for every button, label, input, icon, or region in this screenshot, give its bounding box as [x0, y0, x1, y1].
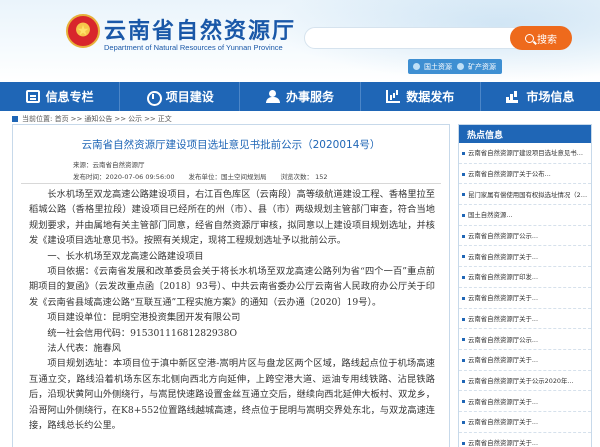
breadcrumb-home[interactable]: 当前位置: 首页 — [22, 114, 69, 124]
nav-data[interactable]: 数据发布 — [361, 82, 481, 111]
search-icon — [525, 33, 534, 43]
article-paragraph: 项目依据：《云南省发展和改革委员会关于将长水机场至双龙高速公路列为省“四个一百”… — [29, 266, 435, 308]
search-button-label: 搜索 — [537, 34, 557, 46]
meta-divider — [21, 183, 441, 184]
sidebar-link[interactable]: 国土自然资源... — [459, 205, 591, 226]
search-button[interactable]: 搜索 — [510, 26, 572, 50]
nav-projects[interactable]: 项目建设 — [120, 82, 241, 111]
site-header: ★ 云南省自然资源厅 Department of Natural Resourc… — [0, 0, 600, 82]
hot-info-sidebar: 热点信息 云南省自然资源厅建设项目选址意见书批前公 云南省自然资源厅关于公布..… — [458, 124, 592, 447]
quick-link-mineral[interactable]: 矿产资源 — [452, 59, 502, 74]
article-paragraph: 一、长水机场至双龙高速公路建设项目 — [47, 250, 204, 262]
breadcrumb-current: 正文 — [157, 115, 172, 123]
nav-market[interactable]: 市场信息 — [481, 82, 600, 111]
article-meta: 发布时间：2020-07-06 09:56:00 发布单位：国土空间规划局 浏览… — [73, 171, 328, 181]
main-nav: 信息专栏 项目建设 办事服务 数据发布 市场信息 — [0, 82, 600, 111]
breadcrumb-sep: >> — [144, 115, 156, 123]
sidebar-link[interactable]: 云南省自然资源厅公示... — [459, 226, 591, 247]
article-body: 长水机场至双龙高速公路建设项目，右江百色库区（云南段）高等级航道建设工程、香格里… — [29, 187, 435, 434]
home-icon — [12, 116, 18, 122]
hot-info-list: 云南省自然资源厅建设项目选址意见书批前公 云南省自然资源厅关于公布... 昆门家… — [459, 143, 591, 447]
article-paragraph: 项目规划选址：本项目位于滇中新区空港-嵩明片区与盘龙区两个区域，路线起点位于机场… — [29, 358, 435, 432]
sidebar-link[interactable]: 云南省自然资源厅建设项目选址意见书批前公 — [459, 143, 591, 164]
sidebar-link[interactable]: 云南省自然资源厅关于... — [459, 309, 591, 330]
sidebar-link[interactable]: 云南省自然资源厅关于... — [459, 412, 591, 433]
quick-link-land[interactable]: 国土资源 — [408, 59, 458, 74]
sidebar-link[interactable]: 云南省自然资源厅公示... — [459, 329, 591, 350]
breadcrumb-sep: >> — [70, 115, 83, 123]
sidebar-link[interactable]: 云南省自然资源厅关于公示2020年... — [459, 371, 591, 392]
bar-chart-icon — [386, 90, 401, 103]
sidebar-heading: 热点信息 — [459, 125, 591, 143]
sidebar-link[interactable]: 云南省自然资源厅关于... — [459, 350, 591, 371]
article-source: 来源：云南省自然资源厅 — [73, 161, 145, 169]
sidebar-link[interactable]: 云南省自然资源厅关于... — [459, 246, 591, 268]
nav-services[interactable]: 办事服务 — [240, 82, 361, 111]
nav-info[interactable]: 信息专栏 — [0, 82, 121, 111]
site-title[interactable]: 云南省自然资源厅 — [104, 13, 296, 45]
article-panel: 云南省自然资源厅建设项目选址意见书批前公示（2020014号） 来源：云南省自然… — [12, 124, 450, 447]
sidebar-link[interactable]: 云南省自然资源厅关于... — [459, 391, 591, 412]
article-paragraph: 法人代表：施春风 — [47, 343, 121, 355]
article-paragraph: 长水机场至双龙高速公路建设项目，右江百色库区（云南段）高等级航道建设工程、香格里… — [29, 189, 435, 247]
sidebar-link[interactable]: 云南省自然资源厅印发... — [459, 267, 591, 288]
breadcrumb-public[interactable]: 公示 — [128, 114, 142, 124]
article-date: 发布时间：2020-07-06 09:56:00 — [73, 173, 175, 181]
article-publisher: 发布单位：国土空间规划局 — [188, 173, 267, 181]
market-chart-icon — [506, 90, 520, 103]
sidebar-link[interactable]: 云南省自然资源厅关于... — [459, 288, 591, 309]
article-title: 云南省自然资源厅建设项目选址意见书批前公示（2020014号） — [81, 139, 381, 151]
search-input[interactable] — [304, 27, 516, 49]
breadcrumb-sep: >> — [114, 115, 127, 123]
breadcrumb: 当前位置: 首页 >> 通知公告 >> 公示 >> 正文 — [12, 114, 172, 124]
person-icon — [266, 90, 280, 103]
article-paragraph: 统一社会信用代码：91530111681282938O — [47, 327, 237, 339]
document-icon — [25, 90, 40, 103]
sidebar-link[interactable]: 云南省自然资源厅关于公布... — [459, 164, 591, 185]
national-emblem-icon[interactable]: ★ — [66, 14, 100, 48]
breadcrumb-notices[interactable]: 通知公告 — [84, 114, 112, 124]
article-views: 浏览次数： 152 — [280, 173, 328, 181]
sidebar-link[interactable]: 昆门家属有偿使用国有权拟选址情况（2020... — [459, 184, 591, 206]
article-paragraph: 项目建设单位：昆明空港投资集团开发有限公司 — [47, 312, 241, 324]
building-icon — [146, 90, 162, 106]
sidebar-link[interactable]: 云南省自然资源厅关于... — [459, 433, 591, 447]
site-subtitle: Department of Natural Resources of Yunna… — [104, 43, 283, 52]
